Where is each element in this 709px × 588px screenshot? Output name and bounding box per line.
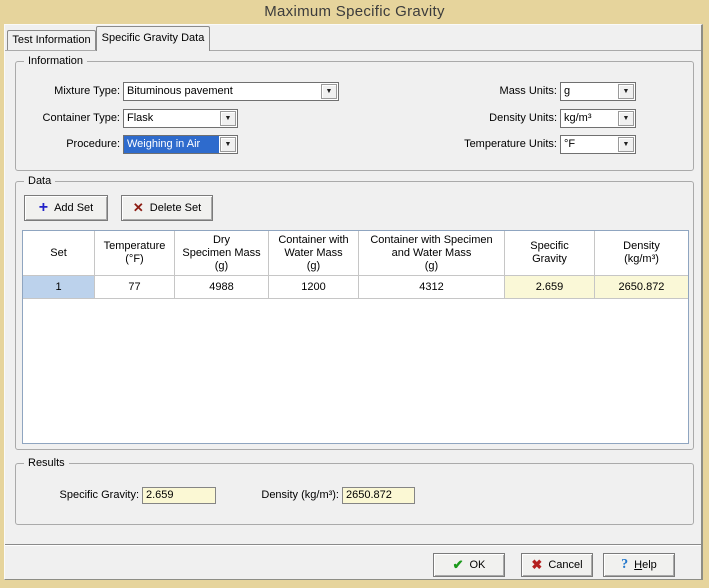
information-group-legend: Information bbox=[24, 55, 87, 68]
col-header-container-water-mass: Container with Water Mass (g) bbox=[269, 231, 359, 276]
chevron-down-icon[interactable]: ▼ bbox=[220, 111, 236, 126]
mass-units-label: Mass Units: bbox=[396, 82, 557, 101]
chevron-down-icon[interactable]: ▼ bbox=[321, 84, 337, 99]
temperature-units-label: Temperature Units: bbox=[396, 135, 557, 154]
table-row: 1 77 4988 1200 4312 2.659 2650.872 bbox=[23, 276, 688, 299]
cell-container-specimen-water-mass[interactable]: 4312 bbox=[359, 276, 505, 299]
plus-icon: + bbox=[39, 201, 48, 215]
mass-units-value: g bbox=[561, 83, 617, 100]
mixture-type-label: Mixture Type: bbox=[16, 82, 120, 101]
density-result-label: Density (kg/m³): bbox=[216, 487, 339, 504]
delete-set-button[interactable]: ✕ Delete Set bbox=[121, 195, 213, 221]
mixture-type-combo[interactable]: Bituminous pavement ▼ bbox=[123, 82, 339, 101]
density-units-label: Density Units: bbox=[396, 109, 557, 128]
chevron-down-icon[interactable]: ▼ bbox=[618, 84, 634, 99]
cell-set[interactable]: 1 bbox=[23, 276, 95, 299]
help-label: Help bbox=[634, 559, 657, 571]
cancel-button[interactable]: ✖ Cancel bbox=[521, 553, 593, 577]
container-type-value: Flask bbox=[124, 110, 219, 127]
container-type-combo[interactable]: Flask ▼ bbox=[123, 109, 238, 128]
results-group-legend: Results bbox=[24, 457, 69, 470]
ok-button[interactable]: ✔ OK bbox=[433, 553, 505, 577]
help-button[interactable]: ? Help bbox=[603, 553, 675, 577]
cell-dry-specimen-mass[interactable]: 4988 bbox=[175, 276, 269, 299]
cancel-x-icon: ✖ bbox=[531, 557, 542, 573]
mixture-type-value: Bituminous pavement bbox=[124, 83, 320, 100]
mass-units-combo[interactable]: g ▼ bbox=[560, 82, 636, 101]
col-header-temperature: Temperature (°F) bbox=[95, 231, 175, 276]
footer-divider-highlight bbox=[5, 545, 701, 546]
cell-density: 2650.872 bbox=[595, 276, 688, 299]
cell-specific-gravity: 2.659 bbox=[505, 276, 595, 299]
cancel-label: Cancel bbox=[548, 559, 582, 571]
delete-set-label: Delete Set bbox=[150, 202, 201, 214]
chevron-down-icon[interactable]: ▼ bbox=[618, 137, 634, 152]
data-table: Set Temperature (°F) Dry Specimen Mass (… bbox=[22, 230, 689, 444]
tab-test-information[interactable]: Test Information bbox=[7, 30, 96, 50]
delete-x-icon: ✕ bbox=[133, 200, 144, 216]
cell-container-water-mass[interactable]: 1200 bbox=[269, 276, 359, 299]
data-group-legend: Data bbox=[24, 175, 55, 188]
col-header-set: Set bbox=[23, 231, 95, 276]
procedure-label: Procedure: bbox=[16, 135, 120, 154]
density-result-field: 2650.872 bbox=[342, 487, 415, 504]
data-group: Data + Add Set ✕ Delete Set Set Temperat… bbox=[15, 181, 694, 450]
check-icon: ✔ bbox=[453, 557, 464, 573]
col-header-density: Density (kg/m³) bbox=[595, 231, 688, 276]
question-mark-icon: ? bbox=[621, 557, 628, 573]
specific-gravity-result-label: Specific Gravity: bbox=[16, 487, 139, 504]
table-header-row: Set Temperature (°F) Dry Specimen Mass (… bbox=[23, 231, 688, 276]
density-units-value: kg/m³ bbox=[561, 110, 617, 127]
col-header-specific-gravity: Specific Gravity bbox=[505, 231, 595, 276]
specific-gravity-result-field: 2.659 bbox=[142, 487, 216, 504]
col-header-container-specimen-water-mass: Container with Specimen and Water Mass (… bbox=[359, 231, 505, 276]
window-title: Maximum Specific Gravity bbox=[0, 3, 709, 20]
temperature-units-combo[interactable]: °F ▼ bbox=[560, 135, 636, 154]
container-type-label: Container Type: bbox=[16, 109, 120, 128]
chevron-down-icon[interactable]: ▼ bbox=[618, 111, 634, 126]
tab-specific-gravity-data[interactable]: Specific Gravity Data bbox=[96, 26, 210, 51]
density-units-combo[interactable]: kg/m³ ▼ bbox=[560, 109, 636, 128]
dialog-panel: Test Information Specific Gravity Data I… bbox=[4, 24, 703, 580]
add-set-button[interactable]: + Add Set bbox=[24, 195, 108, 221]
col-header-dry-specimen-mass: Dry Specimen Mass (g) bbox=[175, 231, 269, 276]
add-set-label: Add Set bbox=[54, 202, 93, 214]
results-group: Results Specific Gravity: 2.659 Density … bbox=[15, 463, 694, 525]
procedure-combo[interactable]: Weighing in Air ▼ bbox=[123, 135, 238, 154]
temperature-units-value: °F bbox=[561, 136, 617, 153]
information-group: Information Mixture Type: Bituminous pav… bbox=[15, 61, 694, 171]
ok-label: OK bbox=[470, 559, 486, 571]
procedure-value: Weighing in Air bbox=[124, 136, 219, 153]
cell-temperature[interactable]: 77 bbox=[95, 276, 175, 299]
chevron-down-icon[interactable]: ▼ bbox=[220, 137, 236, 152]
